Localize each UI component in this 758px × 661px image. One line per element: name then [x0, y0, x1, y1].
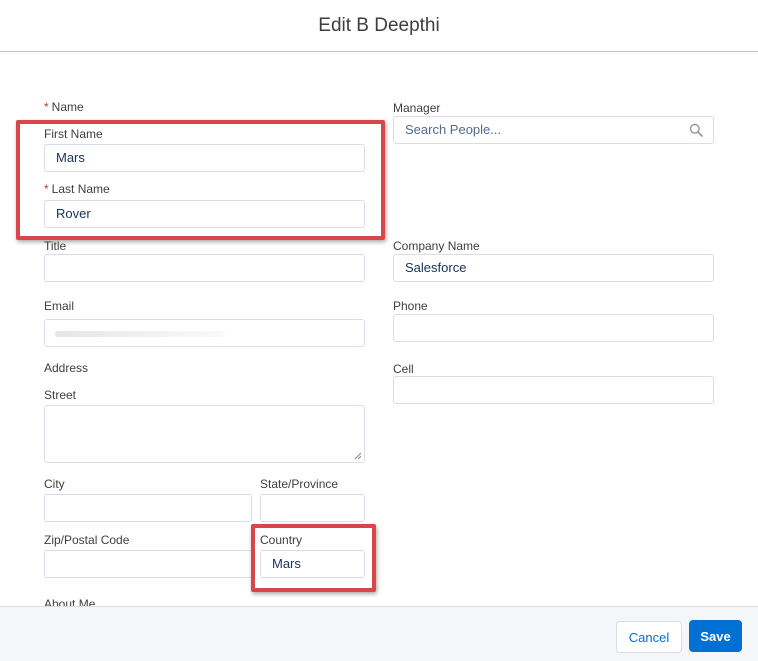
resize-handle-icon[interactable] [354, 452, 362, 460]
modal-header: Edit B Deepthi [0, 0, 758, 52]
manager-label: Manager [393, 101, 441, 115]
street-label: Street [44, 388, 77, 402]
name-highlight-box [16, 120, 385, 240]
email-redacted-value [55, 331, 225, 337]
company-name-label: Company Name [393, 239, 480, 253]
required-marker: * [44, 100, 49, 114]
state-label: State/Province [260, 477, 339, 491]
email-input[interactable] [44, 319, 365, 347]
search-icon[interactable] [689, 123, 703, 137]
modal-title: Edit B Deepthi [318, 14, 440, 36]
edit-contact-modal: Edit B Deepthi * Name First Name Mars * La… [0, 0, 758, 661]
title-label: Title [44, 239, 67, 253]
name-group-label: * Name [44, 100, 84, 114]
zip-label: Zip/Postal Code [44, 533, 130, 547]
modal-body[interactable]: * Name First Name Mars * Last Name Rover T… [0, 52, 758, 606]
about-me-label: About Me [44, 597, 96, 606]
name-label-text: Name [51, 100, 84, 114]
cell-input[interactable] [393, 376, 714, 404]
zip-input[interactable] [44, 550, 252, 578]
phone-input[interactable] [393, 314, 714, 342]
email-label: Email [44, 299, 75, 313]
save-button[interactable]: Save [689, 620, 742, 652]
address-label: Address [44, 361, 89, 375]
manager-search-placeholder: Search People... [405, 122, 502, 137]
country-highlight-box [251, 524, 376, 592]
modal-footer: Cancel Save [0, 606, 758, 661]
cell-label: Cell [393, 362, 414, 376]
phone-label: Phone [393, 299, 428, 313]
street-textarea[interactable] [44, 405, 365, 463]
title-input[interactable] [44, 254, 365, 282]
cancel-button[interactable]: Cancel [616, 621, 682, 653]
city-label: City [44, 477, 65, 491]
company-name-input[interactable]: Salesforce [393, 254, 714, 282]
state-input[interactable] [260, 494, 365, 522]
city-input[interactable] [44, 494, 252, 522]
manager-search-input[interactable]: Search People... [393, 116, 714, 144]
